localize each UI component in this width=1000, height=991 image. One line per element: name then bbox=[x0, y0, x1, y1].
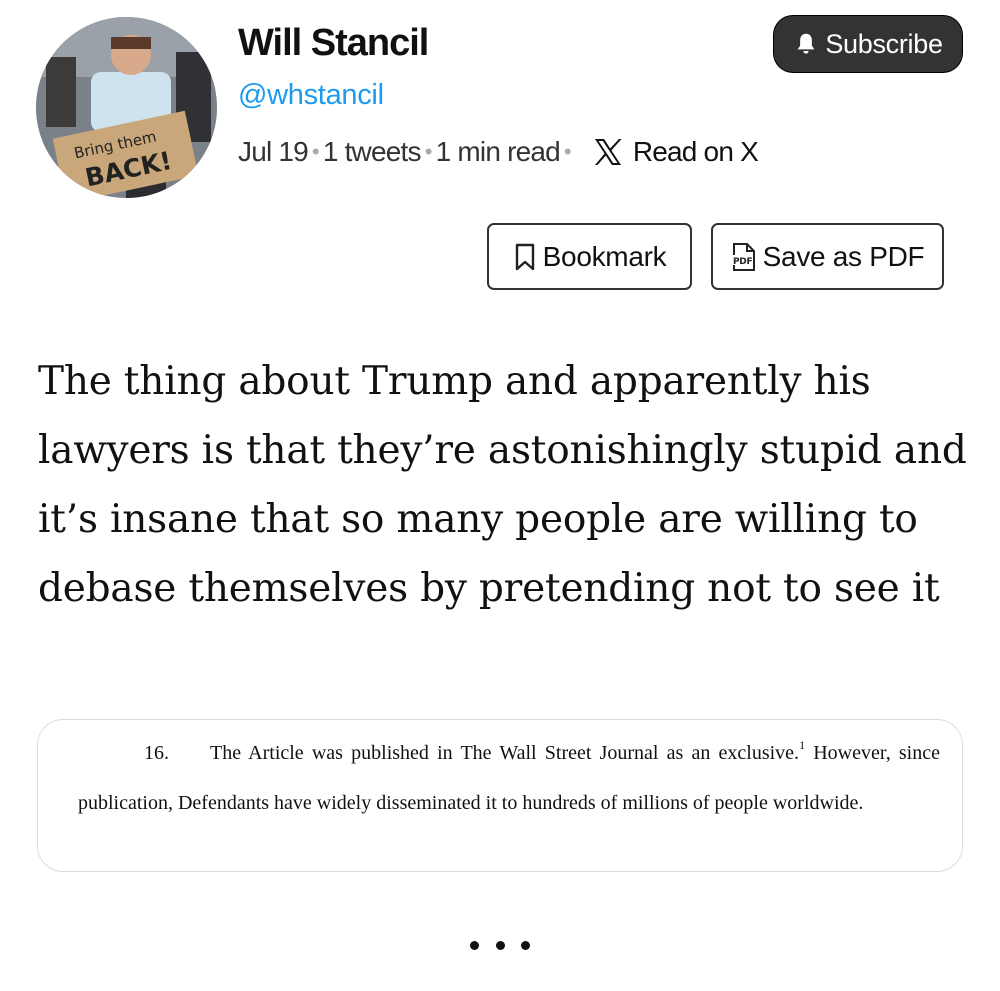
author-avatar[interactable]: Bring them BACK! bbox=[36, 17, 217, 198]
save-as-pdf-button[interactable]: PDF Save as PDF bbox=[711, 223, 944, 290]
pdf-file-icon: PDF bbox=[731, 242, 755, 271]
meta-separator: • bbox=[563, 139, 572, 164]
read-on-x-label: Read on X bbox=[632, 136, 759, 167]
post-date: Jul 19 bbox=[238, 136, 309, 167]
author-name[interactable]: Will Stancil bbox=[238, 22, 429, 65]
excerpt-text-part1: The Article was published in The Wall St… bbox=[210, 742, 800, 764]
bookmark-icon bbox=[515, 243, 534, 270]
dot bbox=[495, 940, 505, 950]
dot bbox=[521, 940, 530, 950]
pdf-icon-text: PDF bbox=[733, 257, 752, 267]
read-on-x-link[interactable]: Read on X bbox=[593, 136, 759, 168]
meta-separator: • bbox=[311, 139, 320, 164]
dot bbox=[470, 940, 479, 950]
attached-document-image[interactable]: 16. The Article was published in The Wall… bbox=[37, 719, 963, 872]
meta-separator: • bbox=[424, 139, 433, 164]
author-handle[interactable]: @whstancil bbox=[238, 79, 384, 112]
thread-meta: Jul 19 • 1 tweets • 1 min read • Read on… bbox=[238, 136, 759, 168]
save-as-pdf-label: Save as PDF bbox=[762, 240, 925, 272]
bell-icon bbox=[797, 33, 815, 54]
bookmark-button[interactable]: Bookmark bbox=[487, 223, 692, 290]
footnote-marker: 1 bbox=[799, 738, 806, 753]
tweet-text: The thing about Trump and apparently his… bbox=[38, 359, 967, 611]
document-excerpt: 16. The Article was published in The Wall… bbox=[78, 728, 940, 828]
paragraph-number: 16. bbox=[144, 742, 169, 764]
tweet-count: 1 tweets bbox=[322, 136, 422, 167]
subscribe-label: Subscribe bbox=[825, 28, 943, 59]
read-time: 1 min read bbox=[435, 136, 561, 167]
bookmark-label: Bookmark bbox=[542, 240, 667, 272]
x-logo-icon bbox=[594, 139, 622, 165]
more-dots-icon[interactable] bbox=[470, 925, 530, 965]
subscribe-button[interactable]: Subscribe bbox=[773, 15, 963, 73]
